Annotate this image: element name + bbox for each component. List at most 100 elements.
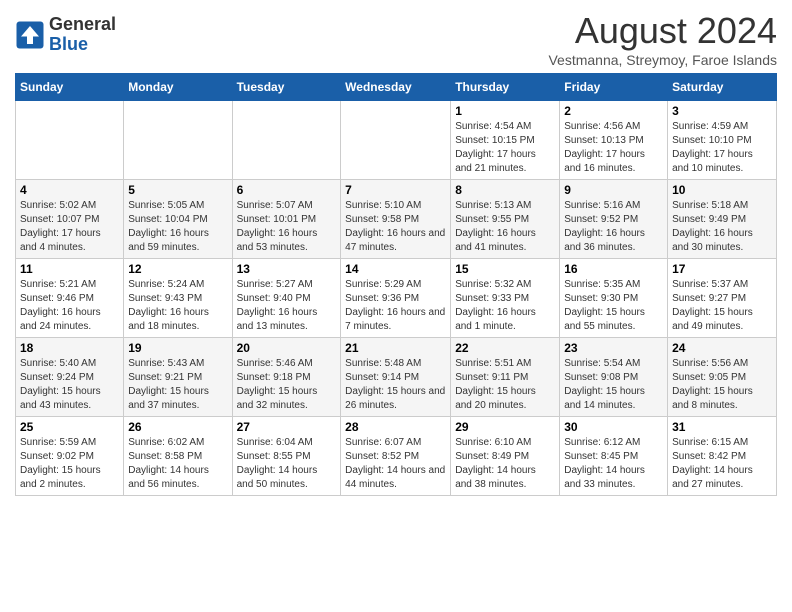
day-info: Sunrise: 5:59 AMSunset: 9:02 PMDaylight:… [20, 436, 119, 492]
day-number: 6 [237, 183, 337, 197]
day-info: Sunrise: 5:56 AMSunset: 9:05 PMDaylight:… [672, 357, 772, 413]
day-info: Sunrise: 6:15 AMSunset: 8:42 PMDaylight:… [672, 436, 772, 492]
calendar-cell: 3 Sunrise: 4:59 AMSunset: 10:10 PMDayligh… [668, 101, 777, 180]
calendar-cell: 15Sunrise: 5:32 AMSunset: 9:33 PMDayligh… [451, 259, 560, 338]
day-number: 17 [672, 262, 772, 276]
day-number: 8 [455, 183, 555, 197]
title-block: August 2024 Vestmanna, Streymoy, Faroe I… [548, 10, 777, 68]
day-info: Sunrise: 6:12 AMSunset: 8:45 PMDaylight:… [564, 436, 663, 492]
day-info: Sunrise: 5:07 AMSunset: 10:01 PMDaylight… [237, 199, 337, 255]
day-number: 12 [128, 262, 227, 276]
month-title: August 2024 [548, 10, 777, 52]
calendar-cell: 20 Sunrise: 5:46 AMSunset: 9:18 PMDayligh… [232, 338, 341, 417]
logo-blue: Blue [49, 35, 116, 55]
weekday-header: Wednesday [341, 74, 451, 101]
day-info: Sunrise: 5:46 AMSunset: 9:18 PMDaylight:… [237, 357, 337, 413]
calendar-cell [16, 101, 124, 180]
calendar-cell: 5Sunrise: 5:05 AMSunset: 10:04 PMDayligh… [124, 180, 232, 259]
calendar-cell: 17Sunrise: 5:37 AMSunset: 9:27 PMDayligh… [668, 259, 777, 338]
logo-text: General Blue [49, 15, 116, 55]
day-number: 25 [20, 420, 119, 434]
calendar-week-row: 25 Sunrise: 5:59 AMSunset: 9:02 PMDayligh… [16, 417, 777, 496]
day-info: Sunrise: 4:54 AMSunset: 10:15 PMDaylight… [455, 120, 555, 176]
weekday-header: Tuesday [232, 74, 341, 101]
day-number: 18 [20, 341, 119, 355]
day-number: 21 [345, 341, 446, 355]
calendar-week-row: 18 Sunrise: 5:40 AMSunset: 9:24 PMDayligh… [16, 338, 777, 417]
logo-icon [15, 20, 45, 50]
day-info: Sunrise: 5:27 AMSunset: 9:40 PMDaylight:… [237, 278, 337, 334]
calendar-cell: 31Sunrise: 6:15 AMSunset: 8:42 PMDayligh… [668, 417, 777, 496]
day-info: Sunrise: 5:24 AMSunset: 9:43 PMDaylight:… [128, 278, 227, 334]
day-number: 5 [128, 183, 227, 197]
weekday-header: Saturday [668, 74, 777, 101]
day-number: 19 [128, 341, 227, 355]
day-info: Sunrise: 4:59 AMSunset: 10:10 PMDaylight… [672, 120, 772, 176]
logo-general: General [49, 15, 116, 35]
day-number: 14 [345, 262, 446, 276]
calendar-cell: 19 Sunrise: 5:43 AMSunset: 9:21 PMDayligh… [124, 338, 232, 417]
day-number: 26 [128, 420, 227, 434]
day-number: 22 [455, 341, 555, 355]
day-info: Sunrise: 5:18 AMSunset: 9:49 PMDaylight:… [672, 199, 772, 255]
calendar-cell [124, 101, 232, 180]
calendar-cell: 9 Sunrise: 5:16 AMSunset: 9:52 PMDaylight… [560, 180, 668, 259]
weekday-header: Thursday [451, 74, 560, 101]
day-info: Sunrise: 5:21 AMSunset: 9:46 PMDaylight:… [20, 278, 119, 334]
calendar-cell: 27 Sunrise: 6:04 AMSunset: 8:55 PMDayligh… [232, 417, 341, 496]
page-header: General Blue August 2024 Vestmanna, Stre… [15, 10, 777, 68]
location: Vestmanna, Streymoy, Faroe Islands [548, 52, 777, 68]
calendar-cell: 1 Sunrise: 4:54 AMSunset: 10:15 PMDayligh… [451, 101, 560, 180]
calendar-cell: 2 Sunrise: 4:56 AMSunset: 10:13 PMDayligh… [560, 101, 668, 180]
calendar-cell: 4 Sunrise: 5:02 AMSunset: 10:07 PMDayligh… [16, 180, 124, 259]
day-info: Sunrise: 6:02 AMSunset: 8:58 PMDaylight:… [128, 436, 227, 492]
day-info: Sunrise: 4:56 AMSunset: 10:13 PMDaylight… [564, 120, 663, 176]
day-number: 1 [455, 104, 555, 118]
day-info: Sunrise: 5:02 AMSunset: 10:07 PMDaylight… [20, 199, 119, 255]
day-number: 29 [455, 420, 555, 434]
calendar-cell: 22 Sunrise: 5:51 AMSunset: 9:11 PMDayligh… [451, 338, 560, 417]
calendar-cell: 30Sunrise: 6:12 AMSunset: 8:45 PMDayligh… [560, 417, 668, 496]
calendar-cell: 6 Sunrise: 5:07 AMSunset: 10:01 PMDayligh… [232, 180, 341, 259]
day-number: 20 [237, 341, 337, 355]
logo: General Blue [15, 15, 116, 55]
day-info: Sunrise: 5:43 AMSunset: 9:21 PMDaylight:… [128, 357, 227, 413]
day-info: Sunrise: 5:10 AMSunset: 9:58 PMDaylight:… [345, 199, 446, 255]
day-number: 7 [345, 183, 446, 197]
calendar-cell: 29 Sunrise: 6:10 AMSunset: 8:49 PMDayligh… [451, 417, 560, 496]
day-info: Sunrise: 5:48 AMSunset: 9:14 PMDaylight:… [345, 357, 446, 413]
calendar-cell [232, 101, 341, 180]
calendar-cell: 12 Sunrise: 5:24 AMSunset: 9:43 PMDayligh… [124, 259, 232, 338]
calendar-cell: 13 Sunrise: 5:27 AMSunset: 9:40 PMDayligh… [232, 259, 341, 338]
calendar-cell: 18 Sunrise: 5:40 AMSunset: 9:24 PMDayligh… [16, 338, 124, 417]
calendar-week-row: 1 Sunrise: 4:54 AMSunset: 10:15 PMDayligh… [16, 101, 777, 180]
calendar-week-row: 11 Sunrise: 5:21 AMSunset: 9:46 PMDayligh… [16, 259, 777, 338]
day-number: 23 [564, 341, 663, 355]
calendar-cell: 8Sunrise: 5:13 AMSunset: 9:55 PMDaylight… [451, 180, 560, 259]
day-info: Sunrise: 6:10 AMSunset: 8:49 PMDaylight:… [455, 436, 555, 492]
calendar-cell: 16Sunrise: 5:35 AMSunset: 9:30 PMDayligh… [560, 259, 668, 338]
day-number: 9 [564, 183, 663, 197]
day-info: Sunrise: 5:29 AMSunset: 9:36 PMDaylight:… [345, 278, 446, 334]
day-number: 11 [20, 262, 119, 276]
day-number: 15 [455, 262, 555, 276]
calendar-cell: 28Sunrise: 6:07 AMSunset: 8:52 PMDayligh… [341, 417, 451, 496]
calendar-cell: 7 Sunrise: 5:10 AMSunset: 9:58 PMDaylight… [341, 180, 451, 259]
calendar-cell [341, 101, 451, 180]
calendar-cell: 21 Sunrise: 5:48 AMSunset: 9:14 PMDayligh… [341, 338, 451, 417]
day-number: 2 [564, 104, 663, 118]
day-number: 27 [237, 420, 337, 434]
day-number: 4 [20, 183, 119, 197]
day-info: Sunrise: 5:51 AMSunset: 9:11 PMDaylight:… [455, 357, 555, 413]
calendar-cell: 24 Sunrise: 5:56 AMSunset: 9:05 PMDayligh… [668, 338, 777, 417]
calendar-cell: 25 Sunrise: 5:59 AMSunset: 9:02 PMDayligh… [16, 417, 124, 496]
weekday-header: Sunday [16, 74, 124, 101]
day-number: 24 [672, 341, 772, 355]
day-number: 3 [672, 104, 772, 118]
day-info: Sunrise: 5:16 AMSunset: 9:52 PMDaylight:… [564, 199, 663, 255]
day-number: 13 [237, 262, 337, 276]
day-info: Sunrise: 5:40 AMSunset: 9:24 PMDaylight:… [20, 357, 119, 413]
calendar-week-row: 4 Sunrise: 5:02 AMSunset: 10:07 PMDayligh… [16, 180, 777, 259]
day-info: Sunrise: 6:04 AMSunset: 8:55 PMDaylight:… [237, 436, 337, 492]
day-info: Sunrise: 5:35 AMSunset: 9:30 PMDaylight:… [564, 278, 663, 334]
